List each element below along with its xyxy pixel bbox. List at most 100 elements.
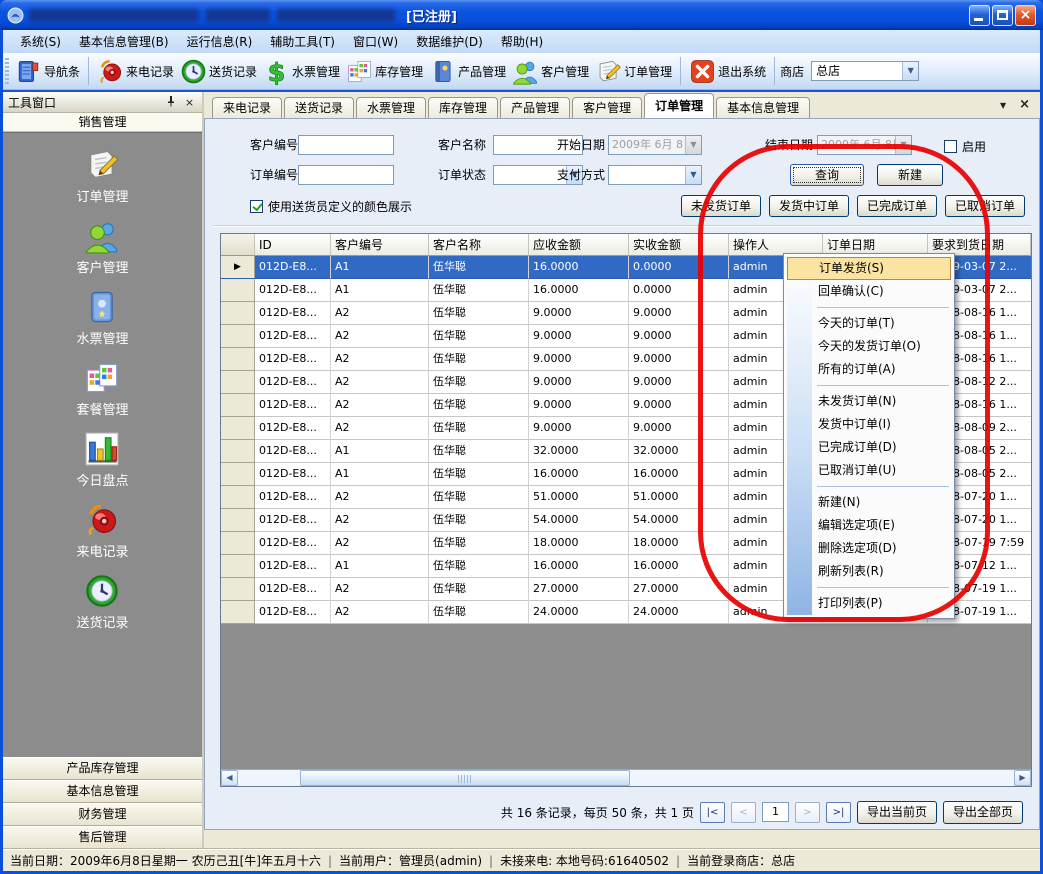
chevron-down-icon[interactable]: ▼ <box>685 166 701 184</box>
toolbar-delivery-records[interactable]: 送货记录 <box>177 56 260 87</box>
prev-page-button[interactable]: < <box>731 802 756 823</box>
customer-no-input[interactable] <box>298 135 394 155</box>
row-selector[interactable] <box>221 348 255 371</box>
row-selector[interactable] <box>221 279 255 302</box>
row-selector[interactable] <box>221 440 255 463</box>
toolbar-customers[interactable]: 客户管理 <box>509 56 592 87</box>
column-header[interactable]: 实收金额 <box>629 234 729 256</box>
order-no-input[interactable] <box>298 165 394 185</box>
pin-icon[interactable] <box>163 95 178 110</box>
row-selector[interactable] <box>221 486 255 509</box>
ctx-refresh-list[interactable]: 刷新列表(R) <box>787 560 951 583</box>
first-page-button[interactable]: |< <box>700 802 725 823</box>
row-selector[interactable] <box>221 394 255 417</box>
ctx-order-ship[interactable]: 订单发货(S) <box>787 257 951 280</box>
sidebar-section-finance[interactable]: 财务管理 <box>3 803 202 826</box>
export-all-pages-button[interactable]: 导出全部页 <box>943 801 1023 824</box>
menu-window[interactable]: 窗口(W) <box>344 30 407 53</box>
sidebar-section-sales[interactable]: 销售管理 <box>3 113 202 132</box>
menu-data-maintenance[interactable]: 数据维护(D) <box>407 30 492 53</box>
row-selector[interactable] <box>221 417 255 440</box>
delivery-color-checkbox[interactable] <box>250 200 263 213</box>
toolbar-grip[interactable] <box>5 58 9 84</box>
close-button[interactable]: × <box>1015 5 1036 26</box>
toolbar-orders[interactable]: 订单管理 <box>592 56 675 87</box>
shipping-orders-button[interactable]: 发货中订单 <box>769 195 849 217</box>
menu-help[interactable]: 帮助(H) <box>492 30 552 53</box>
ctx-all-orders[interactable]: 所有的订单(A) <box>787 358 951 381</box>
chevron-down-icon[interactable]: ▼ <box>1000 101 1006 110</box>
menu-system[interactable]: 系统(S) <box>11 30 70 53</box>
toolbar-inventory[interactable]: 库存管理 <box>343 56 426 87</box>
ctx-edit-selected[interactable]: 编辑选定项(E) <box>787 514 951 537</box>
column-header[interactable]: ID <box>255 234 331 256</box>
tab-delivery-records[interactable]: 送货记录 <box>284 97 354 118</box>
menu-runtime-info[interactable]: 运行信息(R) <box>178 30 262 53</box>
maximize-button[interactable] <box>992 5 1013 26</box>
tab-products[interactable]: 产品管理 <box>500 97 570 118</box>
ctx-today-orders[interactable]: 今天的订单(T) <box>787 312 951 335</box>
completed-orders-button[interactable]: 已完成订单 <box>857 195 937 217</box>
row-selector[interactable] <box>221 325 255 348</box>
column-header[interactable]: 应收金额 <box>529 234 629 256</box>
ctx-cancelled-orders[interactable]: 已取消订单(U) <box>787 459 951 482</box>
enable-checkbox[interactable] <box>944 140 957 153</box>
payment-combobox[interactable]: ▼ <box>608 165 702 185</box>
row-selector[interactable] <box>221 371 255 394</box>
ctx-receipt-confirm[interactable]: 回单确认(C) <box>787 280 951 303</box>
row-selector[interactable]: ▶ <box>221 256 255 279</box>
last-page-button[interactable]: >| <box>826 802 851 823</box>
sidebar-item-water-tickets[interactable]: 水票管理 <box>76 289 128 347</box>
row-selector[interactable] <box>221 555 255 578</box>
next-page-button[interactable]: > <box>795 802 820 823</box>
toolbar-navbar[interactable]: 导航条 <box>12 56 83 87</box>
menu-aux-tools[interactable]: 辅助工具(T) <box>261 30 344 53</box>
sidebar-item-packages[interactable]: 套餐管理 <box>76 360 128 418</box>
sidebar-item-call-records[interactable]: 来电记录 <box>76 502 128 560</box>
toolbar-call-records[interactable]: 来电记录 <box>94 56 177 87</box>
ctx-today-ship-orders[interactable]: 今天的发货订单(O) <box>787 335 951 358</box>
scroll-right-icon[interactable]: ▶ <box>1014 770 1031 786</box>
row-selector[interactable] <box>221 509 255 532</box>
export-current-page-button[interactable]: 导出当前页 <box>857 801 937 824</box>
sidebar-section-basic-info[interactable]: 基本信息管理 <box>3 780 202 803</box>
sidebar-item-orders[interactable]: 订单管理 <box>76 147 128 205</box>
sidebar-section-product-inventory[interactable]: 产品库存管理 <box>3 757 202 780</box>
tab-customers[interactable]: 客户管理 <box>572 97 642 118</box>
menu-basic-info[interactable]: 基本信息管理(B) <box>70 30 178 53</box>
close-icon[interactable]: × <box>1019 99 1030 111</box>
toolbar-water-tickets[interactable]: $水票管理 <box>260 56 343 87</box>
new-button[interactable]: 新建 <box>877 164 943 186</box>
row-selector[interactable] <box>221 532 255 555</box>
column-header[interactable]: 客户编号 <box>331 234 429 256</box>
tab-inventory[interactable]: 库存管理 <box>428 97 498 118</box>
cancelled-orders-button[interactable]: 已取消订单 <box>945 195 1025 217</box>
row-selector[interactable] <box>221 578 255 601</box>
page-number-input[interactable]: 1 <box>762 802 789 822</box>
tab-orders[interactable]: 订单管理 <box>644 93 714 118</box>
ctx-unshipped-orders[interactable]: 未发货订单(N) <box>787 390 951 413</box>
sidebar-item-delivery-records[interactable]: 送货记录 <box>76 573 128 631</box>
end-date-picker[interactable]: 2009年 6月 8日 ▼ <box>817 135 912 155</box>
ctx-print-list[interactable]: 打印列表(P) <box>787 592 951 615</box>
ctx-new[interactable]: 新建(N) <box>787 491 951 514</box>
row-selector[interactable] <box>221 302 255 325</box>
ctx-shipping-orders[interactable]: 发货中订单(I) <box>787 413 951 436</box>
close-icon[interactable]: × <box>182 95 197 110</box>
horizontal-scrollbar[interactable]: ◀ ▶ <box>221 769 1031 786</box>
row-selector[interactable] <box>221 463 255 486</box>
chevron-down-icon[interactable]: ▼ <box>902 62 918 80</box>
sidebar-item-customers[interactable]: 客户管理 <box>76 218 128 276</box>
minimize-button[interactable] <box>969 5 990 26</box>
toolbar-products[interactable]: 产品管理 <box>426 56 509 87</box>
column-header[interactable]: 客户名称 <box>429 234 529 256</box>
tab-call-records[interactable]: 来电记录 <box>212 97 282 118</box>
row-selector[interactable] <box>221 601 255 624</box>
scroll-left-icon[interactable]: ◀ <box>221 770 238 786</box>
ctx-completed-orders[interactable]: 已完成订单(D) <box>787 436 951 459</box>
tab-basic-info[interactable]: 基本信息管理 <box>716 97 810 118</box>
unshipped-orders-button[interactable]: 未发货订单 <box>681 195 761 217</box>
scrollbar-track[interactable] <box>238 770 1014 786</box>
store-combobox[interactable]: 总店 ▼ <box>811 61 919 81</box>
start-date-picker[interactable]: 2009年 6月 8日 ▼ <box>608 135 702 155</box>
